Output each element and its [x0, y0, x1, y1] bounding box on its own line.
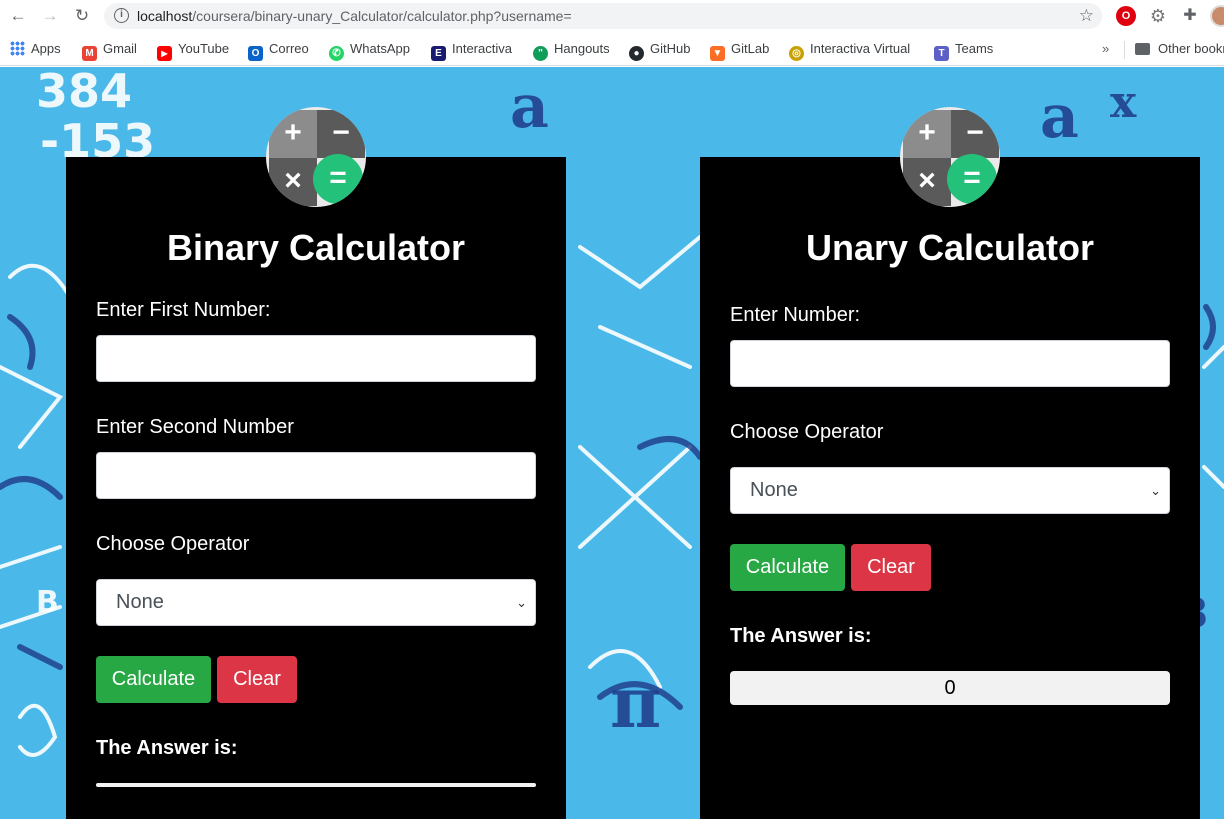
interactiva-virtual-icon: ◎ — [789, 46, 804, 61]
gmail-icon: M — [82, 46, 97, 61]
second-number-label: Enter Second Number — [96, 416, 294, 438]
youtube-icon: ▶ — [157, 46, 172, 61]
calculator-logo: + − × = — [900, 107, 1000, 207]
number-input[interactable] — [730, 340, 1170, 387]
second-number-input[interactable] — [96, 452, 536, 499]
svg-text:384: 384 — [36, 67, 132, 118]
folder-icon — [1135, 43, 1150, 55]
operator-select-value: None — [116, 591, 164, 613]
svg-text:a: a — [1040, 82, 1079, 152]
operator-label: Choose Operator — [96, 533, 250, 555]
bookmark-correo[interactable]: O Correo — [248, 40, 309, 61]
operator-select[interactable]: None ⌄ — [96, 579, 536, 626]
other-bookmarks[interactable]: Other bookmarks — [1135, 40, 1224, 58]
times-icon: × — [903, 158, 951, 206]
opera-vpn-icon[interactable]: O — [1116, 6, 1136, 26]
chevron-down-icon: ⌄ — [516, 595, 527, 610]
teams-icon: T — [934, 46, 949, 61]
page-title: Unary Calculator — [805, 227, 1095, 268]
gear-icon[interactable]: ⚙ — [1148, 6, 1168, 26]
gitlab-icon: ▼ — [710, 46, 725, 61]
times-icon: × — [269, 158, 317, 206]
clear-button[interactable]: Clear — [217, 656, 297, 703]
unary-calculator-card: + − × = Unary Calculator Enter Number: C… — [700, 107, 1200, 819]
url-text[interactable]: localhost/coursera/binary-unary_Calculat… — [137, 8, 572, 24]
equals-icon: = — [947, 154, 997, 204]
bookmarks-bar: Apps M Gmail ▶ YouTube O Correo ✆ WhatsApp E… — [0, 33, 1224, 66]
bookmark-apps[interactable]: Apps — [10, 40, 61, 58]
equals-icon: = — [313, 154, 363, 204]
operator-label: Choose Operator — [730, 421, 884, 443]
github-icon: ● — [629, 46, 644, 61]
reload-icon[interactable]: ↻ — [72, 6, 92, 26]
plus-icon: + — [269, 110, 317, 158]
minus-icon: − — [951, 110, 999, 158]
forward-arrow-icon[interactable]: → — [40, 6, 60, 26]
apps-grid-icon — [10, 41, 25, 56]
answer-output — [96, 783, 536, 787]
bookmark-youtube[interactable]: ▶ YouTube — [157, 40, 229, 61]
chevron-down-icon: ⌄ — [1150, 483, 1161, 498]
number-label: Enter Number: — [730, 304, 861, 326]
calculate-button[interactable]: Calculate — [96, 656, 211, 703]
plus-icon: + — [903, 110, 951, 158]
extensions-puzzle-icon[interactable]: ✚ — [1180, 6, 1200, 26]
calculate-button[interactable]: Calculate — [730, 544, 845, 591]
bookmark-teams[interactable]: T Teams — [934, 40, 993, 61]
whatsapp-icon: ✆ — [329, 46, 344, 61]
first-number-input[interactable] — [96, 335, 536, 382]
calculator-logo: + − × = — [266, 107, 366, 207]
bookmarks-divider — [1124, 41, 1125, 59]
browser-toolbar: ← → ↻ i localhost/coursera/binary-unary_… — [0, 0, 1224, 33]
bookmark-gmail[interactable]: M Gmail — [82, 40, 137, 61]
outlook-icon: O — [248, 46, 263, 61]
answer-label: The Answer is: — [730, 625, 872, 647]
bookmarks-overflow-chevron-icon[interactable]: » — [1102, 41, 1109, 56]
hangouts-icon: " — [533, 46, 548, 61]
svg-text:x: x — [1110, 77, 1137, 128]
first-number-label: Enter First Number: — [96, 299, 271, 321]
bookmark-interactiva-virtual[interactable]: ◎ Interactiva Virtual — [789, 40, 910, 61]
minus-icon: − — [317, 110, 365, 158]
bookmark-hangouts[interactable]: " Hangouts — [533, 40, 610, 61]
operator-select[interactable]: None ⌄ — [730, 467, 1170, 514]
bookmark-gitlab[interactable]: ▼ GitLab — [710, 40, 769, 61]
bookmark-whatsapp[interactable]: ✆ WhatsApp — [329, 40, 410, 61]
binary-calculator-card: + − × = Binary Calculator Enter First Nu… — [66, 107, 566, 819]
answer-output: 0 — [730, 671, 1170, 705]
address-bar[interactable]: i localhost/coursera/binary-unary_Calcul… — [104, 3, 1102, 29]
interactiva-icon: E — [431, 46, 446, 61]
info-icon[interactable]: i — [114, 8, 129, 23]
clear-button[interactable]: Clear — [851, 544, 931, 591]
back-arrow-icon[interactable]: ← — [8, 6, 28, 26]
svg-text:π: π — [610, 661, 661, 744]
answer-label: The Answer is: — [96, 737, 238, 759]
bookmark-star-icon[interactable]: ☆ — [1079, 6, 1094, 26]
profile-avatar[interactable] — [1210, 5, 1224, 27]
svg-text:B: B — [36, 585, 59, 620]
page-background: 384 -153 B a a x π 8 + − × = Binary Calc… — [0, 67, 1224, 819]
bookmark-interactiva[interactable]: E Interactiva — [431, 40, 512, 61]
operator-select-value: None — [750, 479, 798, 501]
page-title: Binary Calculator — [166, 227, 466, 268]
bookmark-github[interactable]: ● GitHub — [629, 40, 690, 61]
svg-text:a: a — [510, 72, 549, 142]
